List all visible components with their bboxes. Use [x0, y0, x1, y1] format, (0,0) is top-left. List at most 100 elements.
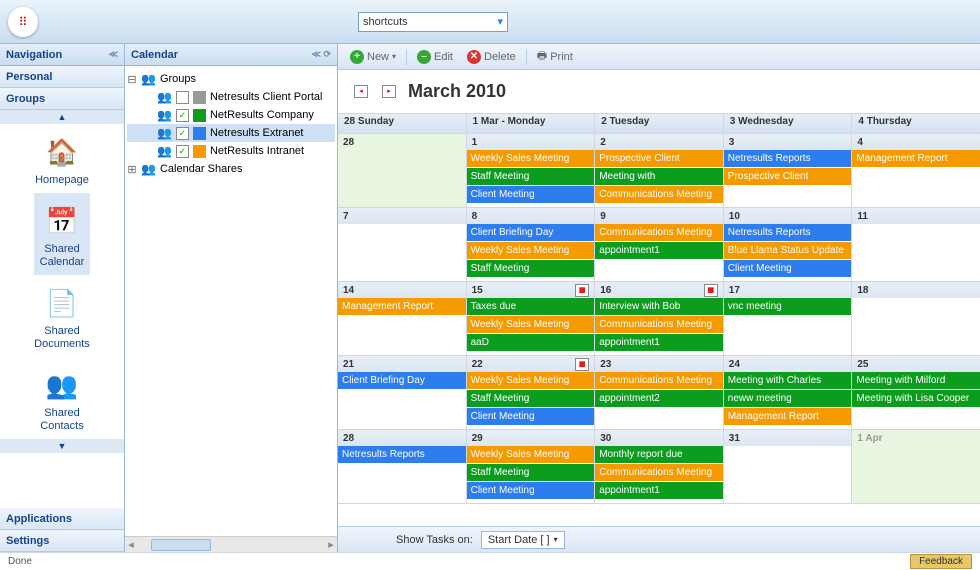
nav-group-shared-calendar[interactable]: 📅SharedCalendar: [34, 193, 90, 275]
event[interactable]: aaD: [467, 334, 595, 351]
day-cell[interactable]: 22▦Weekly Sales MeetingStaff MeetingClie…: [466, 356, 595, 430]
event[interactable]: Staff Meeting: [467, 390, 595, 407]
event[interactable]: Client Briefing Day: [467, 224, 595, 241]
delete-button[interactable]: ✕ Delete: [463, 50, 520, 64]
day-cell[interactable]: 17vnc meeting: [723, 282, 852, 356]
event[interactable]: Weekly Sales Meeting: [467, 446, 595, 463]
event[interactable]: Communications Meeting: [595, 224, 723, 241]
event[interactable]: appointment2: [595, 390, 723, 407]
tree-shares[interactable]: ⊞👥Calendar Shares: [127, 160, 335, 178]
day-cell[interactable]: 21Client Briefing Day: [338, 356, 466, 430]
event[interactable]: vnc meeting: [724, 298, 852, 315]
event[interactable]: Client Meeting: [467, 186, 595, 203]
checkbox[interactable]: [176, 91, 189, 104]
event[interactable]: Weekly Sales Meeting: [467, 242, 595, 259]
nav-applications[interactable]: Applications: [0, 508, 124, 530]
event[interactable]: Communications Meeting: [595, 372, 723, 389]
day-cell[interactable]: 11: [851, 208, 980, 282]
prev-month-icon[interactable]: ◂: [352, 83, 370, 101]
event[interactable]: Prospective Client: [595, 150, 723, 167]
day-cell[interactable]: 30Monthly report dueCommunications Meeti…: [594, 430, 723, 504]
event[interactable]: Meeting with Lisa Cooper: [852, 390, 980, 407]
expand-icon[interactable]: ⊞: [127, 163, 137, 176]
day-cell[interactable]: 14Management Report: [338, 282, 466, 356]
event[interactable]: Meeting with Charles: [724, 372, 852, 389]
day-cell[interactable]: 10Netresults ReportsBlue Llama Status Up…: [723, 208, 852, 282]
event[interactable]: appointment1: [595, 482, 723, 499]
next-month-icon[interactable]: ▸: [380, 83, 398, 101]
day-cell[interactable]: 15▦Taxes dueWeekly Sales MeetingaaD: [466, 282, 595, 356]
shortcuts-dropdown[interactable]: shortcuts ▾: [358, 12, 508, 32]
nav-personal[interactable]: Personal: [0, 66, 124, 88]
event[interactable]: appointment1: [595, 242, 723, 259]
collapse-icon[interactable]: ≪: [109, 49, 118, 60]
event[interactable]: Weekly Sales Meeting: [467, 372, 595, 389]
tree-item[interactable]: 👥✓NetResults Intranet: [127, 142, 335, 160]
event[interactable]: Staff Meeting: [467, 464, 595, 481]
event[interactable]: Staff Meeting: [467, 168, 595, 185]
scrollbar-thumb[interactable]: [151, 539, 211, 551]
day-cell[interactable]: 28Netresults Reports: [338, 430, 466, 504]
event[interactable]: Communications Meeting: [595, 316, 723, 333]
event[interactable]: Management Report: [852, 150, 980, 167]
day-cell[interactable]: 18: [851, 282, 980, 356]
event[interactable]: Taxes due: [467, 298, 595, 315]
day-cell[interactable]: 25Meeting with MilfordMeeting with Lisa …: [851, 356, 980, 430]
day-cell[interactable]: 7: [338, 208, 466, 282]
nav-settings[interactable]: Settings: [0, 530, 124, 552]
horizontal-scrollbar[interactable]: ◂ ▸: [125, 536, 337, 552]
event[interactable]: Weekly Sales Meeting: [467, 316, 595, 333]
event[interactable]: Blue Llama Status Update: [724, 242, 852, 259]
event[interactable]: appointment1: [595, 334, 723, 351]
tree-item[interactable]: 👥Netresults Client Portal: [127, 88, 335, 106]
event[interactable]: Client Meeting: [467, 482, 595, 499]
event[interactable]: Weekly Sales Meeting: [467, 150, 595, 167]
nav-groups[interactable]: Groups: [0, 88, 124, 110]
event[interactable]: Client Meeting: [724, 260, 852, 277]
day-cell[interactable]: 4Management Report: [851, 134, 980, 208]
day-cell[interactable]: 16▦Interview with BobCommunications Meet…: [594, 282, 723, 356]
scroll-up-icon[interactable]: ▲: [0, 110, 124, 124]
day-cell[interactable]: 3Netresults ReportsProspective Client: [723, 134, 852, 208]
event[interactable]: Communications Meeting: [595, 186, 723, 203]
event[interactable]: Client Meeting: [467, 408, 595, 425]
event[interactable]: Meeting with: [595, 168, 723, 185]
event[interactable]: Staff Meeting: [467, 260, 595, 277]
day-cell[interactable]: 1Weekly Sales MeetingStaff MeetingClient…: [466, 134, 595, 208]
tree-item[interactable]: 👥✓Netresults Extranet: [127, 124, 335, 142]
new-button[interactable]: + New ▾: [346, 50, 400, 64]
event[interactable]: Interview with Bob: [595, 298, 723, 315]
event[interactable]: Meeting with Milford: [852, 372, 980, 389]
day-cell[interactable]: 31: [723, 430, 852, 504]
checkbox[interactable]: ✓: [176, 109, 189, 122]
checkbox[interactable]: ✓: [176, 145, 189, 158]
day-cell[interactable]: 9Communications Meetingappointment1: [594, 208, 723, 282]
feedback-button[interactable]: Feedback: [910, 554, 972, 569]
day-cell[interactable]: 24Meeting with Charlesneww meetingManage…: [723, 356, 852, 430]
checkbox[interactable]: ✓: [176, 127, 189, 140]
day-cell[interactable]: 29Weekly Sales MeetingStaff MeetingClien…: [466, 430, 595, 504]
tree-root[interactable]: ⊟👥Groups: [127, 70, 335, 88]
event[interactable]: Management Report: [724, 408, 852, 425]
day-cell[interactable]: 28: [338, 134, 466, 208]
event[interactable]: Communications Meeting: [595, 464, 723, 481]
event[interactable]: Management Report: [338, 298, 466, 315]
day-cell[interactable]: 2Prospective ClientMeeting withCommunica…: [594, 134, 723, 208]
event[interactable]: Netresults Reports: [338, 446, 466, 463]
task-filter-button[interactable]: Start Date [ ] ▾: [481, 531, 565, 549]
nav-group-shared-contacts[interactable]: 👥SharedContacts: [34, 357, 90, 439]
collapse-icon[interactable]: ⊟: [127, 73, 137, 86]
day-cell[interactable]: 8Client Briefing DayWeekly Sales Meeting…: [466, 208, 595, 282]
edit-button[interactable]: – Edit: [413, 50, 457, 64]
print-button[interactable]: 🖶 Print: [533, 47, 577, 66]
event[interactable]: Client Briefing Day: [338, 372, 466, 389]
event[interactable]: neww meeting: [724, 390, 852, 407]
nav-group-shared-documents[interactable]: 📄SharedDocuments: [34, 275, 90, 357]
event[interactable]: Prospective Client: [724, 168, 852, 185]
nav-group-homepage[interactable]: 🏠Homepage: [34, 124, 90, 193]
day-cell[interactable]: 23Communications Meetingappointment2: [594, 356, 723, 430]
scroll-down-icon[interactable]: ▼: [0, 439, 124, 453]
event[interactable]: Monthly report due: [595, 446, 723, 463]
event[interactable]: Netresults Reports: [724, 224, 852, 241]
day-cell[interactable]: 1 Apr: [851, 430, 980, 504]
